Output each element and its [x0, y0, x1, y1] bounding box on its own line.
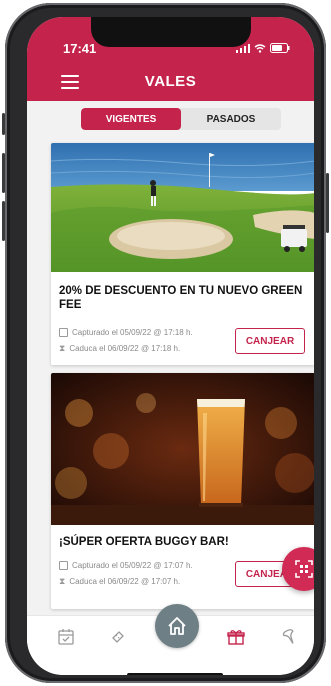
home-indicator [127, 673, 223, 675]
ticket-icon[interactable] [107, 626, 129, 648]
battery-icon [270, 43, 290, 53]
phone-frame: 17:41 VALES VIGENTES PASADOS 20% DE DESC… [2, 3, 329, 683]
hourglass-icon: ⧗ [59, 343, 66, 353]
voucher-title: 20% DE DESCUENTO EN TU NUEVO GREEN FEE [59, 285, 303, 311]
voucher-title: ¡SÚPER OFERTA BUGGY BAR! [59, 536, 229, 548]
expires-row: ⧗ Caduca el 06/09/22 @ 17:07 h. [59, 576, 180, 587]
gift-icon[interactable] [225, 626, 247, 648]
redeem-button[interactable]: CANJEAR [235, 328, 305, 354]
captured-date: Capturado el 05/09/22 @ 17:07 h. [72, 561, 193, 570]
hourglass-icon: ⧗ [59, 576, 66, 586]
voucher-card[interactable]: 20% DE DESCUENTO EN TU NUEVO GREEN FEE C… [51, 143, 314, 365]
power-button [326, 173, 329, 233]
beer-glass-image [51, 373, 314, 525]
tee-icon[interactable] [279, 626, 301, 648]
status-icons [236, 43, 290, 53]
screen: 17:41 VALES VIGENTES PASADOS 20% DE DESC… [27, 17, 314, 675]
captured-date: Capturado el 05/09/22 @ 17:18 h. [72, 328, 193, 337]
signal-icon [236, 43, 250, 53]
golf-course-image [51, 143, 314, 272]
voucher-tabs: VIGENTES PASADOS [81, 108, 281, 130]
page-title: VALES [144, 73, 197, 90]
volume-down-button [2, 201, 5, 241]
tab-pasados[interactable]: PASADOS [181, 108, 281, 130]
captured-row: Capturado el 05/09/22 @ 17:07 h. [59, 561, 193, 570]
status-time: 17:41 [63, 41, 97, 56]
scan-icon [59, 561, 68, 570]
home-button[interactable] [155, 604, 199, 648]
expires-date: Caduca el 06/09/22 @ 17:18 h. [69, 344, 181, 353]
expires-row: ⧗ Caduca el 06/09/22 @ 17:18 h. [59, 343, 180, 354]
bottom-nav [27, 604, 314, 675]
scan-icon [59, 328, 68, 337]
volume-up-button [2, 153, 5, 193]
tab-vigentes[interactable]: VIGENTES [81, 108, 181, 130]
mute-switch [2, 113, 5, 135]
qr-scan-icon [295, 560, 313, 578]
wifi-icon [254, 43, 266, 53]
expires-date: Caduca el 06/09/22 @ 17:07 h. [69, 577, 181, 586]
app-header: 17:41 VALES [27, 17, 314, 101]
voucher-card[interactable]: ¡SÚPER OFERTA BUGGY BAR! Capturado el 05… [51, 373, 314, 609]
calendar-icon[interactable] [55, 626, 77, 648]
notch [91, 17, 251, 47]
captured-row: Capturado el 05/09/22 @ 17:18 h. [59, 328, 193, 337]
home-icon [168, 617, 186, 635]
